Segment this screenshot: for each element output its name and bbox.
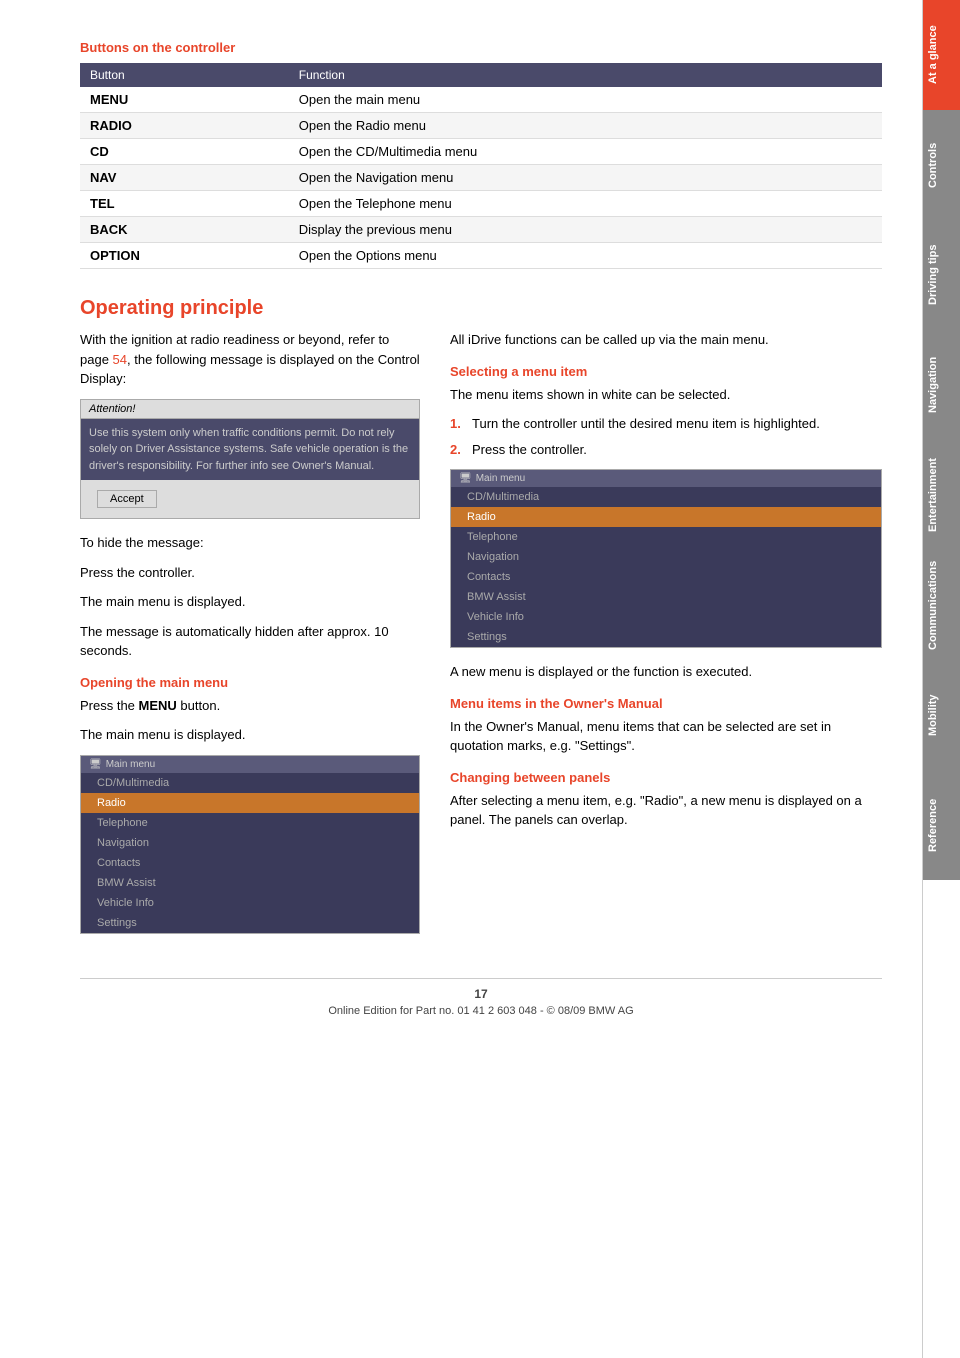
screen-icon: 🖥 bbox=[89, 759, 102, 770]
main-menu-displayed2-text: The main menu is displayed. bbox=[80, 725, 420, 745]
list-item: 2. Press the controller. bbox=[450, 440, 882, 460]
screen-item: Vehicle Info bbox=[81, 893, 419, 913]
sidebar-item-communications[interactable]: Communications bbox=[923, 550, 960, 660]
sidebar-item-entertainment[interactable]: Entertainment bbox=[923, 440, 960, 550]
screen-item: CD/Multimedia bbox=[451, 487, 881, 507]
sidebar-item-controls[interactable]: Controls bbox=[923, 110, 960, 220]
right-screen-mockup: 🖥 Main menu CD/MultimediaRadioTelephoneN… bbox=[450, 469, 882, 648]
screen-title-bar: 🖥 Main menu bbox=[81, 756, 419, 773]
screen-item: Contacts bbox=[81, 853, 419, 873]
sidebar: At a glance Controls Driving tips Naviga… bbox=[922, 0, 960, 1358]
changing-panels-heading: Changing between panels bbox=[450, 770, 882, 785]
left-column: With the ignition at radio readiness or … bbox=[80, 330, 420, 948]
numbered-steps-list: 1. Turn the controller until the desired … bbox=[450, 414, 882, 459]
button-function-cell: Open the Telephone menu bbox=[289, 191, 882, 217]
screen-item: Telephone bbox=[451, 527, 881, 547]
button-name-cell: NAV bbox=[80, 165, 289, 191]
attention-header: Attention! bbox=[81, 400, 419, 419]
button-function-cell: Open the Options menu bbox=[289, 243, 882, 269]
open-main-menu-heading: Opening the main menu bbox=[80, 675, 420, 690]
screen-title: Main menu bbox=[106, 759, 155, 770]
to-hide-text: To hide the message: bbox=[80, 533, 420, 553]
menu-items-manual-heading: Menu items in the Owner's Manual bbox=[450, 696, 882, 711]
page-number: 17 bbox=[80, 987, 882, 1001]
attention-box: Attention! Use this system only when tra… bbox=[80, 399, 420, 520]
screen-item: Navigation bbox=[451, 547, 881, 567]
button-function-cell: Open the CD/Multimedia menu bbox=[289, 139, 882, 165]
right-column: All iDrive functions can be called up vi… bbox=[450, 330, 882, 948]
selecting-intro-text: The menu items shown in white can be sel… bbox=[450, 385, 882, 405]
screen2-title-bar: 🖥 Main menu bbox=[451, 470, 881, 487]
press-controller-text: Press the controller. bbox=[80, 563, 420, 583]
screen-item: Radio bbox=[81, 793, 419, 813]
accept-button[interactable]: Accept bbox=[97, 490, 157, 508]
button-name-cell: MENU bbox=[80, 87, 289, 113]
table-row: CDOpen the CD/Multimedia menu bbox=[80, 139, 882, 165]
step-number: 2. bbox=[450, 440, 466, 460]
after-select-text: A new menu is displayed or the function … bbox=[450, 662, 882, 682]
button-name-cell: OPTION bbox=[80, 243, 289, 269]
menu-items-manual-text: In the Owner's Manual, menu items that c… bbox=[450, 717, 882, 756]
button-name-cell: CD bbox=[80, 139, 289, 165]
page-footer: 17 Online Edition for Part no. 01 41 2 6… bbox=[80, 978, 882, 1017]
button-name-cell: TEL bbox=[80, 191, 289, 217]
left-screen-items: CD/MultimediaRadioTelephoneNavigationCon… bbox=[81, 773, 419, 933]
sidebar-item-reference[interactable]: Reference bbox=[923, 770, 960, 880]
table-row: RADIOOpen the Radio menu bbox=[80, 113, 882, 139]
buttons-table: Button Function MENUOpen the main menuRA… bbox=[80, 63, 882, 269]
press-menu-cont: button. bbox=[177, 698, 220, 713]
step-text: Press the controller. bbox=[472, 440, 587, 460]
menu-label: MENU bbox=[139, 698, 177, 713]
table-row: MENUOpen the main menu bbox=[80, 87, 882, 113]
attention-footer: Accept bbox=[81, 480, 419, 518]
button-function-cell: Display the previous menu bbox=[289, 217, 882, 243]
sidebar-item-mobility[interactable]: Mobility bbox=[923, 660, 960, 770]
screen-item: Vehicle Info bbox=[451, 607, 881, 627]
screen2-icon: 🖥 bbox=[459, 473, 472, 484]
screen-item: BMW Assist bbox=[81, 873, 419, 893]
screen-item: CD/Multimedia bbox=[81, 773, 419, 793]
list-item: 1. Turn the controller until the desired … bbox=[450, 414, 882, 434]
press-menu-part1: Press the bbox=[80, 698, 139, 713]
table-row: BACKDisplay the previous menu bbox=[80, 217, 882, 243]
intro-text: With the ignition at radio readiness or … bbox=[80, 330, 420, 389]
left-screen-mockup: 🖥 Main menu CD/MultimediaRadioTelephoneN… bbox=[80, 755, 420, 934]
button-name-cell: RADIO bbox=[80, 113, 289, 139]
step-text: Turn the controller until the desired me… bbox=[472, 414, 820, 434]
sidebar-item-driving-tips[interactable]: Driving tips bbox=[923, 220, 960, 330]
screen-item: Settings bbox=[451, 627, 881, 647]
screen2-title: Main menu bbox=[476, 473, 525, 484]
buttons-section-title: Buttons on the controller bbox=[80, 40, 882, 55]
col-function-header: Function bbox=[289, 63, 882, 87]
footer-copyright: Online Edition for Part no. 01 41 2 603 … bbox=[80, 1005, 882, 1017]
operating-principle-title: Operating principle bbox=[80, 297, 882, 320]
button-function-cell: Open the main menu bbox=[289, 87, 882, 113]
table-row: NAVOpen the Navigation menu bbox=[80, 165, 882, 191]
table-row: OPTIONOpen the Options menu bbox=[80, 243, 882, 269]
screen-item: Radio bbox=[451, 507, 881, 527]
button-function-cell: Open the Radio menu bbox=[289, 113, 882, 139]
main-menu-displayed-text: The main menu is displayed. bbox=[80, 592, 420, 612]
screen-item: BMW Assist bbox=[451, 587, 881, 607]
step-number: 1. bbox=[450, 414, 466, 434]
sidebar-item-navigation[interactable]: Navigation bbox=[923, 330, 960, 440]
intro-part2: , the following message is displayed on … bbox=[80, 352, 420, 387]
sidebar-item-at-a-glance[interactable]: At a glance bbox=[923, 0, 960, 110]
press-menu-text: Press the MENU button. bbox=[80, 696, 420, 716]
col-button-header: Button bbox=[80, 63, 289, 87]
attention-body: Use this system only when traffic condit… bbox=[81, 419, 419, 481]
changing-panels-text: After selecting a menu item, e.g. "Radio… bbox=[450, 791, 882, 830]
right-screen-items: CD/MultimediaRadioTelephoneNavigationCon… bbox=[451, 487, 881, 647]
selecting-heading: Selecting a menu item bbox=[450, 364, 882, 379]
screen-item: Settings bbox=[81, 913, 419, 933]
screen-item: Contacts bbox=[451, 567, 881, 587]
all-idrive-text: All iDrive functions can be called up vi… bbox=[450, 330, 882, 350]
screen-item: Navigation bbox=[81, 833, 419, 853]
table-row: TELOpen the Telephone menu bbox=[80, 191, 882, 217]
auto-hidden-text: The message is automatically hidden afte… bbox=[80, 622, 420, 661]
screen-item: Telephone bbox=[81, 813, 419, 833]
button-name-cell: BACK bbox=[80, 217, 289, 243]
button-function-cell: Open the Navigation menu bbox=[289, 165, 882, 191]
page-ref-link[interactable]: 54 bbox=[113, 352, 127, 367]
